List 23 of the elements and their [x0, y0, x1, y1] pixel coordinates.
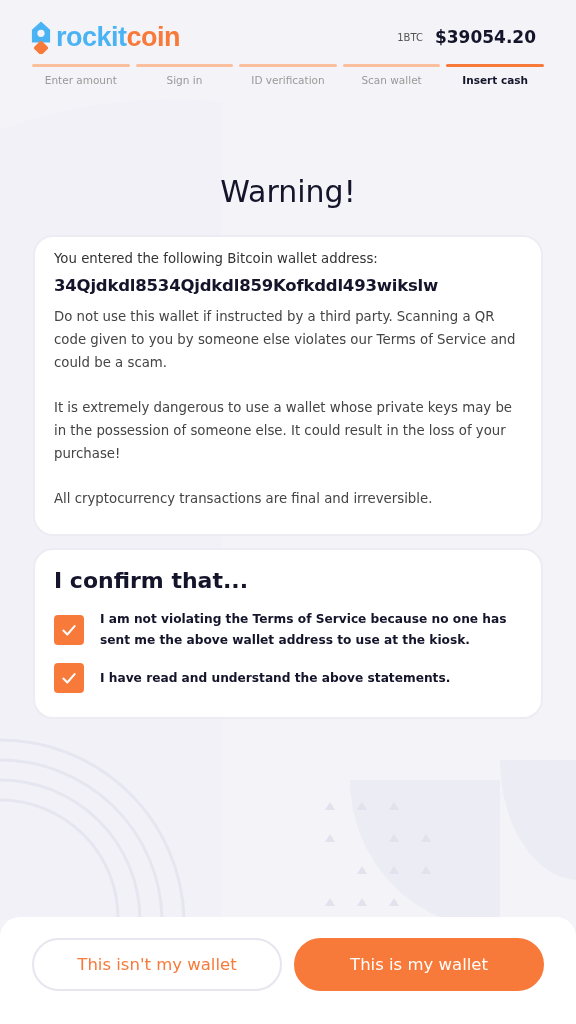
step-label: Sign in	[166, 74, 203, 86]
step-label: Insert cash	[462, 74, 528, 86]
warning-paragraph: It is extremely dangerous to use a wallet whose private keys may be in the possession of someone else. It could result in the loss of your purchase!	[54, 399, 514, 463]
rate-unit: 1BTC	[397, 31, 423, 43]
confirm-title: I confirm that...	[54, 568, 249, 593]
rate-price: $39054.20	[434, 27, 536, 47]
wallet-button[interactable]: This isn't my wallet	[32, 938, 282, 991]
logo-text: coin	[126, 21, 181, 53]
wallet-button[interactable]: This is my wallet	[294, 938, 544, 991]
warning-paragraph: All cryptocurrency transactions are final and irreversible.	[54, 490, 434, 508]
checkbox-label: I am not violating the Terms of Service because no one has sent me the above wallet address to use at the kiosk.	[100, 611, 508, 649]
checkbox[interactable]	[54, 663, 84, 693]
wallet-address: 34Qjdkdl8534Qjdkdl859Kofkddl493wikslw	[54, 276, 440, 295]
intro-text: You entered the following Bitcoin wallet address:	[54, 251, 379, 266]
warning-paragraph: Do not use this wallet if instructed by a third party. Scanning a QR code given to you by someone else violates our Terms of Service and could be a scam.	[54, 308, 517, 372]
logo-text: rockit	[56, 21, 127, 53]
page-title: Warning!	[219, 174, 357, 209]
checkbox[interactable]	[54, 615, 84, 645]
checkbox-label: I have read and understand the above statements.	[100, 669, 451, 687]
step-label: Enter amount	[44, 74, 117, 86]
step-label: ID verification	[251, 74, 325, 86]
rocket-logo-icon	[31, 20, 51, 54]
step-label: Scan wallet	[361, 74, 422, 86]
